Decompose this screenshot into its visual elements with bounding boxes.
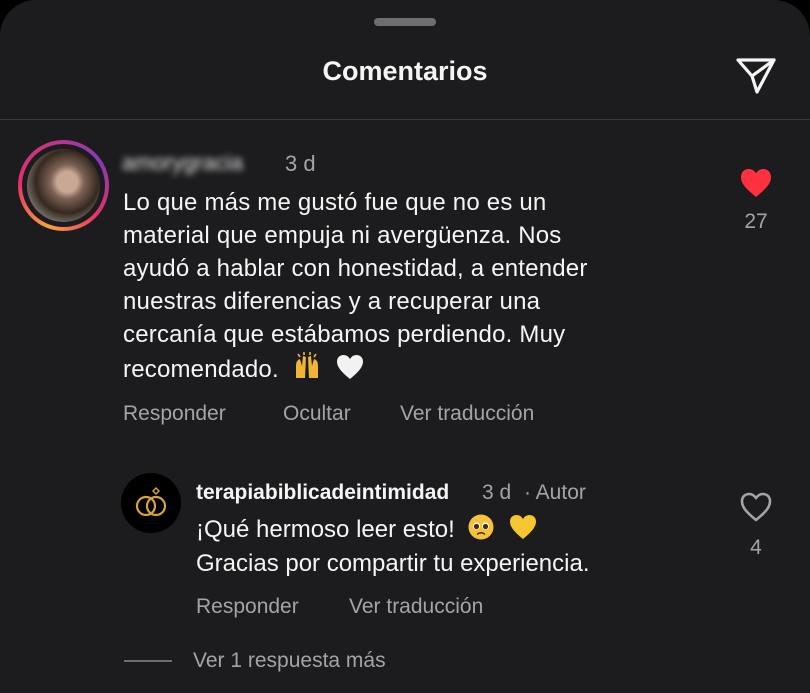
reply-button[interactable]: Responder <box>123 402 226 426</box>
comment-line: recomendado. <box>123 351 683 386</box>
reply-username[interactable]: terapiabiblicadeintimidad <box>196 481 449 505</box>
comments-sheet: Comentarios amorygracia 3 d Lo que más m… <box>0 0 810 693</box>
heart-icon[interactable] <box>739 167 773 199</box>
translate-button[interactable]: Ver traducción <box>400 402 534 426</box>
comment-line-text: recomendado. <box>123 356 279 383</box>
comment-line: nuestras diferencias y a recuperar una <box>123 288 541 315</box>
reply-avatar[interactable] <box>121 473 181 533</box>
pleading-face-emoji <box>468 514 494 540</box>
paper-plane-icon[interactable] <box>735 55 777 95</box>
page-title: Comentarios <box>322 56 488 86</box>
heart-outline-icon[interactable] <box>739 491 773 523</box>
comment-text: Lo que más me gustó fue que no es un mat… <box>123 186 683 386</box>
drag-handle[interactable] <box>374 18 436 26</box>
hide-button[interactable]: Ocultar <box>283 402 351 426</box>
reply-line: Gracias por compartir tu experiencia. <box>196 550 590 577</box>
white-heart-emoji <box>336 355 363 379</box>
comment-time: 3 d <box>285 151 316 176</box>
profile-photo <box>27 149 100 222</box>
more-replies-divider <box>124 660 172 662</box>
wedding-rings-logo <box>135 487 167 517</box>
reply-like-count: 4 <box>750 536 762 559</box>
like-count: 27 <box>744 210 768 233</box>
comment-line: material que empuja ni avergüenza. Nos <box>123 222 562 249</box>
reply-translate-button[interactable]: Ver traducción <box>349 595 483 619</box>
reply-text: ¡Qué hermoso leer esto! Gracias por comp… <box>196 513 590 581</box>
yellow-heart-emoji <box>510 515 537 539</box>
author-badge: · Autor <box>524 481 586 504</box>
comment-line: Lo que más me gustó fue que no es un <box>123 189 547 216</box>
reply-line: ¡Qué hermoso leer esto! <box>196 513 590 547</box>
view-more-replies-link[interactable]: Ver 1 respuesta más <box>193 649 386 673</box>
reply-reply-button[interactable]: Responder <box>196 595 299 619</box>
header-divider <box>0 119 810 120</box>
comment-line: cercanía que estábamos perdiendo. Muy <box>123 321 566 348</box>
avatar[interactable] <box>18 140 109 231</box>
comment-username[interactable]: amorygracia <box>122 150 243 176</box>
comment-line: ayudó a hablar con honestidad, a entende… <box>123 255 588 282</box>
reply-line-text: ¡Qué hermoso leer esto! <box>196 516 455 543</box>
reply-time: 3 d <box>482 481 512 504</box>
raising-hands-emoji <box>295 352 318 378</box>
